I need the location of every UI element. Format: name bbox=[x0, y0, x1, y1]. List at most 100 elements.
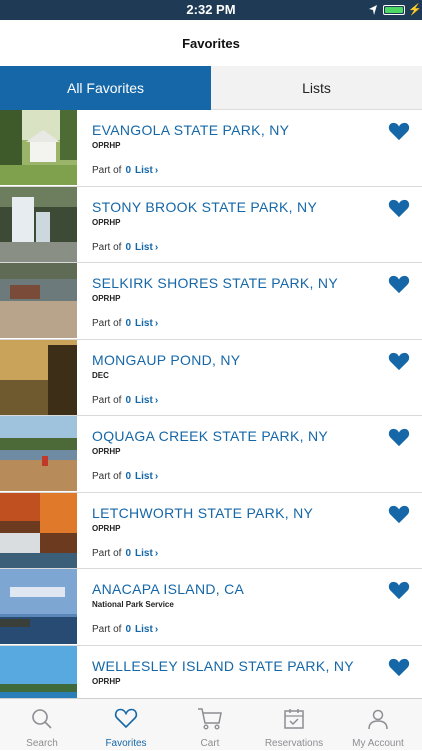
chevron-right-icon: › bbox=[154, 165, 159, 176]
park-name[interactable]: LETCHWORTH STATE PARK, NY bbox=[92, 505, 313, 521]
park-thumbnail bbox=[0, 492, 77, 568]
park-name[interactable]: ANACAPA ISLAND, CA bbox=[92, 581, 244, 597]
favorite-row[interactable]: ANACAPA ISLAND, CA National Park Service… bbox=[0, 569, 422, 646]
list-membership[interactable]: Part of 0 List › bbox=[92, 471, 158, 482]
list-membership[interactable]: Part of 0 List › bbox=[92, 624, 158, 635]
navigation-bar: Favorites bbox=[0, 20, 422, 66]
tab-label: Search bbox=[26, 738, 58, 749]
part-of-label: Part of bbox=[92, 318, 122, 329]
tab-lists[interactable]: Lists bbox=[211, 66, 422, 110]
favorites-list: EVANGOLA STATE PARK, NY OPRHP Part of 0 Li… bbox=[0, 110, 422, 698]
chevron-right-icon: › bbox=[154, 624, 159, 635]
park-thumbnail bbox=[0, 263, 77, 338]
favorite-row[interactable]: OQUAGA CREEK STATE PARK, NY OPRHP Part o… bbox=[0, 416, 422, 493]
list-count: 0 bbox=[125, 318, 132, 329]
favorite-row[interactable]: WELLESLEY ISLAND STATE PARK, NY OPRHP Pa… bbox=[0, 645, 422, 698]
tab-bar: Search Favorites Cart Reservations My Ac… bbox=[0, 698, 422, 750]
park-agency: OPRHP bbox=[92, 676, 121, 686]
list-link[interactable]: List bbox=[135, 165, 153, 176]
list-membership[interactable]: Part of 0 List › bbox=[92, 395, 158, 406]
cart-icon bbox=[198, 708, 222, 730]
heart-filled-icon[interactable] bbox=[388, 121, 410, 141]
charging-icon: ⚡ bbox=[408, 4, 422, 16]
park-thumbnail bbox=[0, 339, 77, 415]
heart-filled-icon[interactable] bbox=[388, 580, 410, 600]
list-link[interactable]: List bbox=[135, 395, 153, 406]
chevron-right-icon: › bbox=[154, 471, 159, 482]
status-time: 2:32 PM bbox=[186, 2, 236, 17]
list-link[interactable]: List bbox=[135, 624, 153, 635]
part-of-label: Part of bbox=[92, 241, 122, 253]
favorite-row[interactable]: STONY BROOK STATE PARK, NY OPRHP Part of… bbox=[0, 186, 422, 263]
favorites-segmented-control: All Favorites Lists bbox=[0, 66, 422, 110]
part-of-label: Part of bbox=[92, 547, 122, 559]
list-link[interactable]: List bbox=[135, 242, 153, 253]
part-of-label: Part of bbox=[92, 624, 122, 635]
park-thumbnail bbox=[0, 416, 77, 491]
park-name[interactable]: EVANGOLA STATE PARK, NY bbox=[92, 122, 289, 138]
list-membership[interactable]: Part of 0 List › bbox=[92, 548, 158, 559]
tab-reservations[interactable]: Reservations bbox=[252, 699, 336, 751]
park-agency: OPRHP bbox=[92, 141, 121, 150]
park-agency: OPRHP bbox=[92, 294, 121, 303]
list-count: 0 bbox=[125, 165, 132, 176]
heart-filled-icon[interactable] bbox=[388, 274, 410, 294]
tab-label: Favorites bbox=[105, 738, 147, 749]
park-agency: OPRHP bbox=[92, 523, 121, 533]
park-thumbnail bbox=[0, 186, 77, 262]
list-membership[interactable]: Part of 0 List › bbox=[92, 165, 158, 176]
list-membership[interactable]: Part of 0 List › bbox=[92, 318, 158, 329]
park-name[interactable]: SELKIRK SHORES STATE PARK, NY bbox=[92, 275, 338, 291]
location-icon bbox=[369, 5, 377, 15]
chevron-right-icon: › bbox=[154, 318, 159, 329]
status-bar: 2:32 PM ⚡ bbox=[0, 0, 422, 20]
part-of-label: Part of bbox=[92, 165, 122, 176]
chevron-right-icon: › bbox=[154, 547, 159, 559]
page-title: Favorites bbox=[182, 36, 240, 51]
tab-favorites[interactable]: Favorites bbox=[84, 699, 168, 751]
tab-search[interactable]: Search bbox=[0, 699, 84, 751]
park-agency: DEC bbox=[92, 370, 109, 380]
list-membership[interactable]: Part of 0 List › bbox=[92, 242, 158, 253]
list-count: 0 bbox=[125, 241, 132, 253]
heart-filled-icon[interactable] bbox=[388, 504, 410, 524]
favorite-row[interactable]: SELKIRK SHORES STATE PARK, NY OPRHP Part… bbox=[0, 263, 422, 340]
tab-all-favorites[interactable]: All Favorites bbox=[0, 66, 211, 110]
calendar-check-icon bbox=[284, 709, 304, 729]
tab-label: Reservations bbox=[264, 738, 324, 749]
favorite-row[interactable]: EVANGOLA STATE PARK, NY OPRHP Part of 0 Li… bbox=[0, 110, 422, 187]
tab-cart[interactable]: Cart bbox=[168, 699, 252, 751]
park-thumbnail bbox=[0, 569, 77, 644]
favorite-row[interactable]: MONGAUP POND, NY DEC Part of 0 List › bbox=[0, 339, 422, 416]
park-agency: OPRHP bbox=[92, 447, 121, 456]
tab-label: My Account bbox=[352, 738, 404, 749]
heart-filled-icon[interactable] bbox=[388, 427, 410, 447]
heart-filled-icon[interactable] bbox=[388, 198, 410, 218]
list-count: 0 bbox=[125, 471, 132, 482]
park-thumbnail bbox=[0, 645, 77, 698]
list-link[interactable]: List bbox=[135, 318, 153, 329]
list-count: 0 bbox=[125, 394, 132, 406]
list-link[interactable]: List bbox=[135, 471, 153, 482]
tab-my-account[interactable]: My Account bbox=[336, 699, 420, 751]
park-agency: National Park Service bbox=[92, 600, 174, 609]
heart-filled-icon[interactable] bbox=[388, 657, 410, 677]
park-name[interactable]: OQUAGA CREEK STATE PARK, NY bbox=[92, 428, 328, 444]
chevron-right-icon: › bbox=[154, 394, 159, 406]
tab-label: Cart bbox=[200, 738, 220, 749]
list-link[interactable]: List bbox=[135, 548, 153, 559]
park-agency: OPRHP bbox=[92, 217, 121, 227]
park-name[interactable]: WELLESLEY ISLAND STATE PARK, NY bbox=[92, 658, 354, 674]
park-name[interactable]: MONGAUP POND, NY bbox=[92, 352, 240, 368]
person-icon bbox=[368, 709, 388, 730]
search-icon bbox=[32, 709, 52, 729]
chevron-right-icon: › bbox=[154, 241, 159, 253]
park-thumbnail bbox=[0, 110, 77, 185]
favorite-row[interactable]: LETCHWORTH STATE PARK, NY OPRHP Part of 0… bbox=[0, 492, 422, 569]
heart-outline-icon bbox=[114, 708, 138, 729]
list-count: 0 bbox=[125, 624, 132, 635]
park-name[interactable]: STONY BROOK STATE PARK, NY bbox=[92, 199, 317, 215]
part-of-label: Part of bbox=[92, 471, 122, 482]
heart-filled-icon[interactable] bbox=[388, 351, 410, 371]
list-count: 0 bbox=[125, 547, 132, 559]
